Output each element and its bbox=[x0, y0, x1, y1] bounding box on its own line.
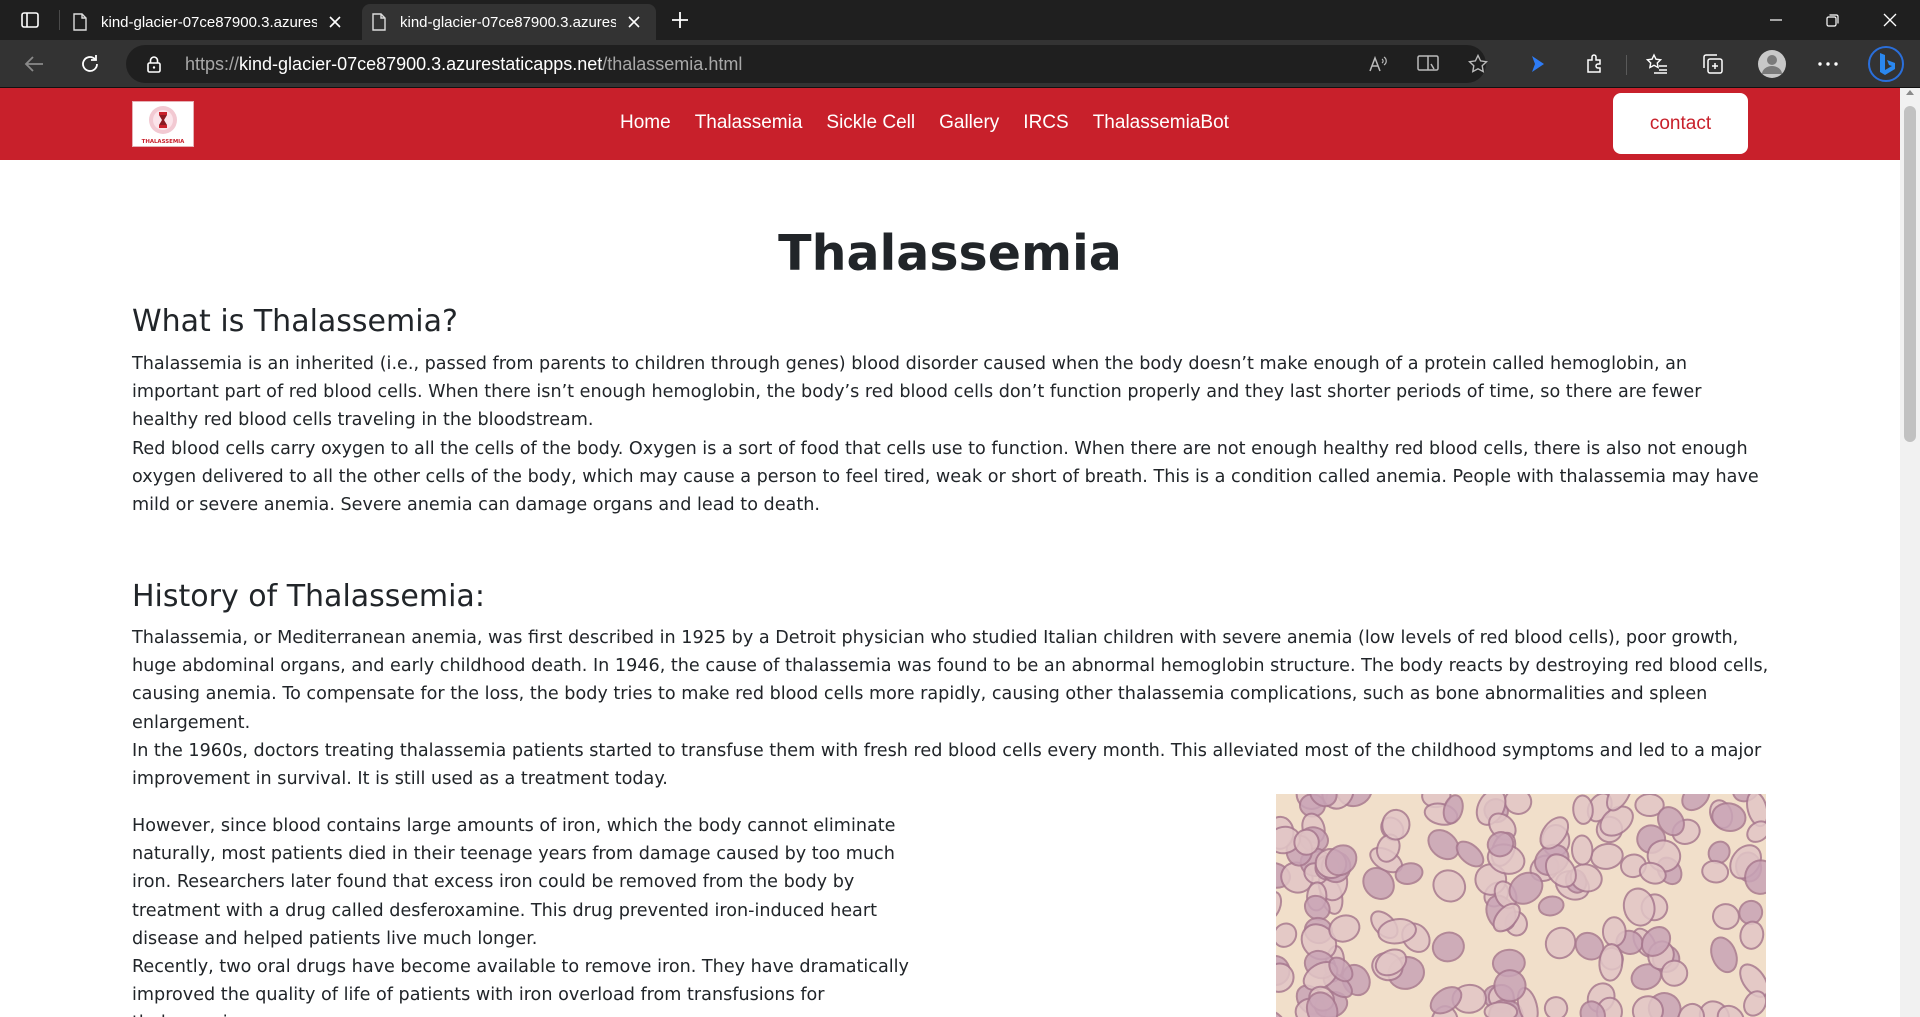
menu-thalassemiabot[interactable]: ThalassemiaBot bbox=[1081, 111, 1241, 135]
read-aloud-icon[interactable] bbox=[1366, 53, 1390, 75]
browser-tab-1[interactable]: kind-glacier-07ce87900.3.azurestaticapps… bbox=[63, 4, 357, 40]
restore-icon[interactable] bbox=[1804, 0, 1860, 40]
menu-sickle-cell[interactable]: Sickle Cell bbox=[814, 111, 927, 135]
menu-thalassemia[interactable]: Thalassemia bbox=[683, 111, 815, 135]
history-paragraph-3: However, since blood contains large amou… bbox=[132, 816, 896, 949]
page-scrollbar[interactable] bbox=[1900, 88, 1920, 1017]
sidebar-icon[interactable] bbox=[14, 8, 46, 32]
star-icon[interactable] bbox=[1466, 53, 1490, 75]
browser-tab-strip: kind-glacier-07ce87900.3.azurestaticapps… bbox=[0, 0, 1920, 40]
page-title: Thalassemia bbox=[778, 225, 1122, 282]
history-paragraph-1: Thalassemia, or Mediterranean anemia, wa… bbox=[132, 628, 1769, 733]
address-bar[interactable]: https://kind-glacier-07ce87900.3.azurest… bbox=[126, 45, 1488, 83]
back-icon[interactable] bbox=[18, 48, 50, 80]
history-iron-text: However, since blood contains large amou… bbox=[132, 812, 912, 1017]
tab-divider bbox=[59, 10, 60, 30]
blood-cells-image bbox=[1276, 794, 1766, 1017]
favorites-icon[interactable] bbox=[1644, 52, 1670, 76]
profile-icon[interactable] bbox=[1756, 48, 1788, 80]
browser-tab-2[interactable]: kind-glacier-07ce87900.3.azurestaticapps… bbox=[362, 4, 656, 40]
what-body: Thalassemia is an inherited (i.e., passe… bbox=[132, 350, 1772, 519]
history-heading: History of Thalassemia: bbox=[132, 579, 485, 614]
collections-icon[interactable] bbox=[1700, 52, 1726, 76]
minimize-icon[interactable] bbox=[1748, 0, 1804, 40]
bing-icon[interactable] bbox=[1866, 44, 1906, 84]
page-viewport: THALASSEMIA Home Thalassemia Sickle Cell… bbox=[0, 88, 1900, 1017]
close-icon[interactable] bbox=[622, 10, 646, 34]
plus-icon[interactable] bbox=[666, 8, 694, 32]
menu-gallery[interactable]: Gallery bbox=[927, 111, 1011, 135]
menu-home[interactable]: Home bbox=[608, 111, 683, 135]
what-paragraph-1: Thalassemia is an inherited (i.e., passe… bbox=[132, 354, 1702, 431]
logo-wordmark: THALASSEMIA bbox=[142, 139, 186, 145]
close-icon[interactable] bbox=[323, 10, 347, 34]
history-paragraph-2: In the 1960s, doctors treating thalassem… bbox=[132, 740, 1762, 790]
scroll-up-arrow[interactable] bbox=[1906, 90, 1914, 95]
scroll-thumb[interactable] bbox=[1904, 106, 1916, 442]
more-icon[interactable] bbox=[1815, 52, 1841, 76]
page-icon bbox=[372, 13, 388, 31]
page-icon bbox=[73, 13, 89, 31]
lock-icon[interactable] bbox=[146, 55, 164, 73]
history-body: Thalassemia, or Mediterranean anemia, wa… bbox=[132, 624, 1772, 793]
tab-title: kind-glacier-07ce87900.3.azurestaticapps… bbox=[101, 13, 317, 31]
site-menu: Home Thalassemia Sickle Cell Gallery IRC… bbox=[608, 111, 1241, 135]
contact-button[interactable]: contact bbox=[1613, 93, 1748, 154]
immersive-reader-icon[interactable] bbox=[1416, 53, 1440, 75]
close-icon[interactable] bbox=[1862, 0, 1918, 40]
site-logo[interactable]: THALASSEMIA bbox=[132, 101, 194, 147]
browser-toolbar: https://kind-glacier-07ce87900.3.azurest… bbox=[0, 40, 1920, 88]
copilot-icon[interactable] bbox=[1525, 52, 1551, 76]
menu-ircs[interactable]: IRCS bbox=[1011, 111, 1080, 135]
toolbar-divider bbox=[1626, 55, 1627, 75]
url-text: https://kind-glacier-07ce87900.3.azurest… bbox=[185, 54, 743, 74]
what-heading: What is Thalassemia? bbox=[132, 304, 458, 339]
reload-icon[interactable] bbox=[74, 48, 106, 80]
extensions-icon[interactable] bbox=[1583, 52, 1609, 76]
history-paragraph-4: Recently, two oral drugs have become ava… bbox=[132, 957, 909, 1017]
what-paragraph-2: Red blood cells carry oxygen to all the … bbox=[132, 438, 1759, 516]
site-navbar: THALASSEMIA Home Thalassemia Sickle Cell… bbox=[0, 88, 1900, 160]
tab-title: kind-glacier-07ce87900.3.azurestaticapps… bbox=[400, 13, 616, 31]
